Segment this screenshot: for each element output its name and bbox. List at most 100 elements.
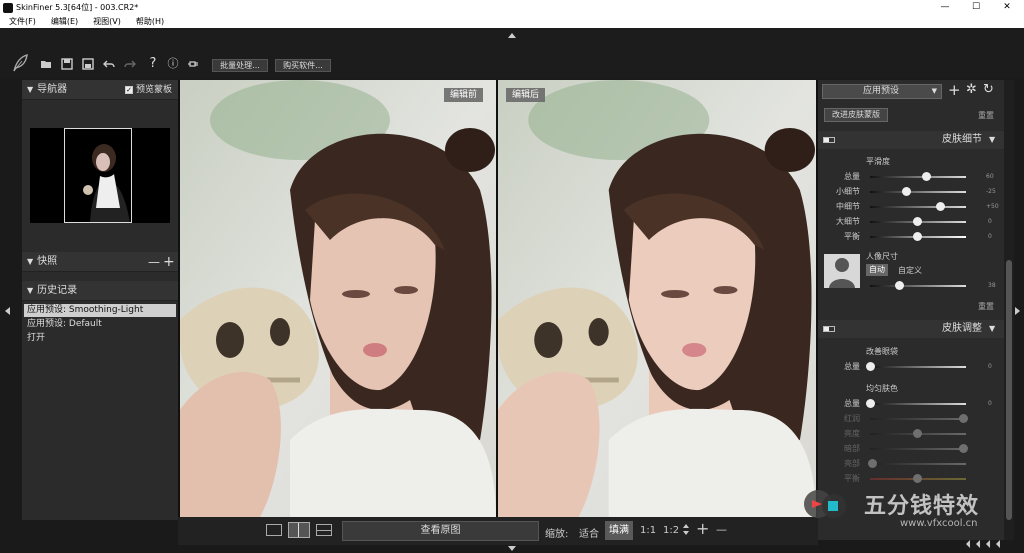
preset-dropdown[interactable]: 应用预设 ▼ [822, 84, 942, 99]
chevron-down-icon: ▼ [989, 324, 996, 333]
slider-label-large-detail: 大细节 [836, 217, 860, 226]
slider-knob-tone-balance[interactable] [913, 474, 922, 483]
refresh-icon[interactable]: ↻ [983, 82, 994, 97]
skin-detail-title: 皮肤细节 [942, 134, 982, 145]
single-view-button[interactable] [266, 524, 282, 536]
watermark-text: 五分钱特效 [864, 494, 980, 519]
slider-knob-rosy[interactable] [959, 414, 968, 423]
preview-mask-checkbox[interactable]: ✓ [125, 86, 133, 94]
redo-icon[interactable] [124, 58, 136, 70]
help-icon[interactable]: ? [147, 57, 159, 70]
zoom-step-up-icon[interactable] [683, 524, 689, 528]
smoothness-title: 平滑度 [866, 157, 890, 166]
zoom-fit-button[interactable]: 适合 [579, 525, 599, 540]
slider-knob-portrait-size[interactable] [895, 281, 904, 290]
right-panel-scrollbar[interactable] [1004, 80, 1014, 540]
snapshots-header[interactable]: ▼ 快照 — + [22, 252, 178, 272]
batch-process-button[interactable]: 批量处理... [212, 59, 268, 72]
slider-track-shadows[interactable] [870, 448, 966, 450]
menu-file[interactable]: 文件(F) [9, 15, 36, 28]
gear-icon[interactable]: ✲ [966, 82, 977, 97]
slider-knob-highlights[interactable] [868, 459, 877, 468]
skin-tone-toggle[interactable] [823, 326, 835, 332]
remove-snapshot-button[interactable]: — [148, 252, 160, 272]
collapse-left-icon[interactable] [5, 307, 10, 315]
after-label: 编辑后 [506, 88, 546, 102]
slider-knob-eyebag[interactable] [866, 362, 875, 371]
menu-help[interactable]: 帮助(H) [136, 15, 164, 28]
collapse-right-icon[interactable] [1015, 307, 1020, 315]
zoom-step-down-icon[interactable] [683, 531, 689, 535]
before-label: 编辑前 [444, 88, 484, 102]
zoom-out-button[interactable]: — [716, 523, 727, 536]
scrollbar-thumb[interactable] [1006, 260, 1012, 520]
slider-knob-uniform[interactable] [866, 399, 875, 408]
title-bar: SkinFiner 5.3[64位] - 003.CR2* — ☐ ✕ [0, 0, 1024, 15]
stacked-view-button[interactable] [316, 524, 332, 536]
slider-track-small-detail[interactable] [870, 191, 966, 193]
slider-track-portrait-size[interactable] [870, 285, 966, 287]
slider-knob-amount[interactable] [922, 172, 931, 181]
open-folder-icon[interactable] [40, 58, 52, 70]
menu-edit[interactable]: 编辑(E) [51, 15, 78, 28]
zoom-in-button[interactable]: + [696, 519, 709, 538]
slider-knob-brightness[interactable] [913, 429, 922, 438]
plugin-icon[interactable] [188, 58, 200, 70]
skin-detail-toggle[interactable] [823, 137, 835, 143]
close-button[interactable]: ✕ [997, 0, 1017, 15]
buy-software-button[interactable]: 购买软件... [275, 59, 331, 72]
navigator-header[interactable]: ▼ 导航器 ✓ 预览蒙板 [22, 80, 178, 100]
split-view-button[interactable] [288, 522, 310, 538]
slider-knob-small-detail[interactable] [902, 187, 911, 196]
zoom-1-2-button[interactable]: 1:2 [663, 525, 679, 536]
save-icon[interactable] [61, 58, 73, 70]
undo-icon[interactable] [103, 58, 115, 70]
slider-value-small-detail: -25 [986, 188, 996, 195]
minimize-button[interactable]: — [935, 0, 955, 15]
slider-track-highlights[interactable] [870, 463, 966, 465]
menu-bar: 文件(F) 编辑(E) 视图(V) 帮助(H) [0, 15, 1024, 28]
right-panel: 应用预设 ▼ + ✲ ↻ 改进皮肤蒙版 重置 皮肤细节 ▼ 平滑度 总量 60 … [818, 80, 1004, 540]
nav-next-icon[interactable] [986, 540, 990, 548]
menu-view[interactable]: 视图(V) [93, 15, 121, 28]
skin-detail-header[interactable]: 皮肤细节 ▼ [818, 131, 1004, 149]
slider-track-amount[interactable] [870, 176, 966, 178]
slider-track-uniform[interactable] [870, 403, 966, 405]
improve-skin-mask-button[interactable]: 改进皮肤蒙版 [824, 108, 888, 122]
history-item[interactable]: 打开 [24, 332, 176, 345]
collapse-top-icon[interactable] [508, 33, 516, 38]
maximize-button[interactable]: ☐ [966, 0, 986, 15]
nav-prev-icon[interactable] [976, 540, 980, 548]
reset-preset-button[interactable]: 重置 [978, 110, 994, 121]
info-icon[interactable]: ⓘ [167, 58, 179, 70]
photo-after[interactable] [498, 80, 816, 517]
history-item[interactable]: 应用预设: Default [24, 318, 176, 331]
zoom-1-1-button[interactable]: 1:1 [640, 525, 656, 536]
slider-track-mid-detail[interactable] [870, 206, 966, 208]
view-original-button[interactable]: 查看原图 [342, 521, 539, 541]
photo-before[interactable] [180, 80, 496, 517]
save-as-icon[interactable] [82, 58, 94, 70]
portrait-custom-button[interactable]: 自定义 [898, 265, 922, 276]
add-preset-button[interactable]: + [948, 81, 961, 99]
slider-knob-large-detail[interactable] [913, 217, 922, 226]
skin-tone-header[interactable]: 皮肤调整 ▼ [818, 320, 1004, 338]
slider-track-eyebag[interactable] [870, 366, 966, 368]
history-header[interactable]: ▼ 历史记录 [22, 281, 178, 301]
skin-detail-reset-button[interactable]: 重置 [978, 301, 994, 312]
nav-first-icon[interactable] [966, 540, 970, 548]
slider-track-rosy[interactable] [870, 418, 966, 420]
slider-knob-shadows[interactable] [959, 444, 968, 453]
portrait-auto-button[interactable]: 自动 [866, 264, 888, 276]
history-item[interactable]: 应用预设: Smoothing-Light [24, 304, 176, 317]
collapse-bottom-icon[interactable] [508, 546, 516, 551]
zoom-fill-button[interactable]: 填满 [605, 521, 633, 540]
slider-knob-balance[interactable] [913, 232, 922, 241]
slider-knob-mid-detail[interactable] [936, 202, 945, 211]
navigator-view-rect[interactable] [64, 128, 132, 223]
slider-value-large-detail: 0 [988, 218, 992, 225]
nav-last-icon[interactable] [996, 540, 1000, 548]
window-title: SkinFiner 5.3[64位] - 003.CR2* [16, 3, 139, 12]
add-snapshot-button[interactable]: + [163, 252, 175, 272]
history-title: 历史记录 [37, 285, 78, 296]
